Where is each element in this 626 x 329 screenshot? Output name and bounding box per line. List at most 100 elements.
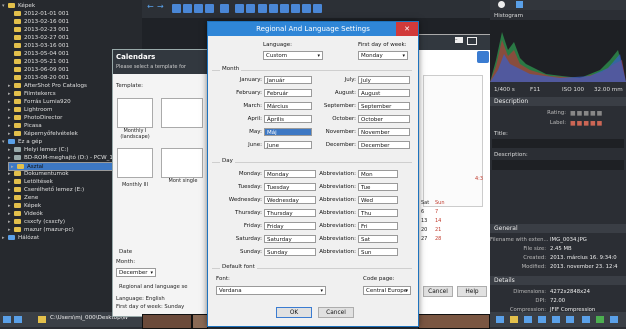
details-section[interactable]: Details xyxy=(490,276,626,285)
histogram-chart xyxy=(490,20,626,82)
info-icon[interactable] xyxy=(498,1,505,8)
tree-item[interactable]: 2013-02-23 001 xyxy=(8,26,69,34)
back-icon[interactable] xyxy=(3,316,11,323)
cancel-button[interactable]: Cancel xyxy=(318,307,354,318)
tool-icon[interactable] xyxy=(496,316,504,323)
tool-icon[interactable] xyxy=(582,316,590,323)
folder-icon xyxy=(14,66,21,72)
template-tile-2[interactable] xyxy=(117,148,153,178)
code-page-select[interactable]: Central Europe ▾ xyxy=(363,286,411,295)
zoom-out-icon[interactable] xyxy=(183,4,192,13)
template-tile-4[interactable] xyxy=(161,148,203,178)
abbreviation-input[interactable]: Sat xyxy=(358,235,398,243)
maximize-icon[interactable] xyxy=(467,37,477,45)
drive-icon xyxy=(14,170,21,176)
tree-item[interactable]: ▸ Képernyőfelvételek xyxy=(8,130,78,138)
tree-item-network[interactable]: ▸ Hálózat xyxy=(2,234,39,242)
abbreviation-input[interactable]: Sun xyxy=(358,248,398,256)
print-icon[interactable] xyxy=(477,51,489,63)
tree-item[interactable]: ▸ Picasa xyxy=(8,122,42,130)
tree-item-root[interactable]: ▾ Képek xyxy=(2,2,35,10)
tree-item[interactable]: 2013-05-04 001 xyxy=(8,50,69,58)
tool-icon[interactable] xyxy=(552,316,560,323)
tree-item[interactable]: ▸ Lightroom xyxy=(8,106,52,114)
back-icon[interactable]: ← xyxy=(147,2,156,11)
grid-icon[interactable] xyxy=(258,4,267,13)
general-section[interactable]: General xyxy=(490,224,626,233)
template-tile-1[interactable] xyxy=(117,98,153,128)
month-input[interactable]: Április xyxy=(264,115,312,123)
month-input[interactable]: December xyxy=(358,141,410,149)
month-input[interactable]: Február xyxy=(264,89,312,97)
tool-icon[interactable] xyxy=(596,316,604,323)
info-icon[interactable] xyxy=(246,4,255,13)
panel-tabs xyxy=(490,0,626,10)
month-input[interactable]: June xyxy=(264,141,312,149)
tree-item[interactable]: ▸ Filmtekercs xyxy=(8,90,56,98)
tool-icon[interactable] xyxy=(610,316,618,323)
forward-icon[interactable] xyxy=(14,316,22,323)
first-day-select[interactable]: Monday ▾ xyxy=(358,51,408,60)
layout2-icon[interactable] xyxy=(291,4,300,13)
zoom-in-icon[interactable] xyxy=(172,4,181,13)
calendars-help-button[interactable]: Help xyxy=(457,286,487,297)
abbreviation-input[interactable]: Tue xyxy=(358,183,398,191)
close-icon[interactable]: ✕ xyxy=(396,22,418,36)
calendars-cancel-button[interactable]: Cancel xyxy=(423,286,453,297)
ok-button[interactable]: OK xyxy=(276,307,312,318)
fit-icon[interactable] xyxy=(194,4,203,13)
day-label: Friday: xyxy=(243,223,262,229)
tree-item[interactable]: 2012-01-01 001 xyxy=(8,10,69,18)
color-labels[interactable]: ■■■■■ xyxy=(570,120,603,127)
month-input[interactable]: September xyxy=(358,102,410,110)
image-icon[interactable] xyxy=(235,4,244,13)
actual-size-icon[interactable] xyxy=(205,4,214,13)
month-input[interactable]: Március xyxy=(264,102,312,110)
tree-item[interactable]: ▸ AfterShot Pro Catalogs xyxy=(8,82,87,90)
month-select[interactable]: December ▾ xyxy=(116,268,156,277)
tool-icon[interactable] xyxy=(510,316,518,323)
rating-stars[interactable]: ■■■■■ xyxy=(570,110,603,117)
tool-icon[interactable] xyxy=(538,316,546,323)
abbreviation-input[interactable]: Fri xyxy=(358,222,398,230)
layout3-icon[interactable] xyxy=(302,4,311,13)
title-input[interactable] xyxy=(492,139,624,148)
forward-icon[interactable]: → xyxy=(157,2,166,11)
minimize-icon[interactable]: – xyxy=(455,37,463,43)
font-select[interactable]: Verdana ▾ xyxy=(216,286,326,295)
tree-item[interactable]: 2013-05-21 001 xyxy=(8,58,69,66)
abbreviation-input[interactable]: Wed xyxy=(358,196,398,204)
template-tile-3[interactable] xyxy=(161,98,203,128)
month-input[interactable]: August xyxy=(358,89,410,97)
tree-item[interactable]: 2013-06-09 001 xyxy=(8,66,69,74)
abbreviation-input[interactable]: Mon xyxy=(358,170,398,178)
month-input[interactable]: Január xyxy=(264,76,312,84)
rotate-icon[interactable] xyxy=(220,4,229,13)
list-icon[interactable] xyxy=(269,4,278,13)
month-label: November: xyxy=(325,129,356,135)
description-section[interactable]: Description xyxy=(490,97,626,106)
abbreviation-input[interactable]: Thu xyxy=(358,209,398,217)
tree-item[interactable]: ▸ PhotoDirector xyxy=(8,114,62,122)
tree-item[interactable]: 2013-03-16 001 xyxy=(8,42,69,50)
cal-day: 21 xyxy=(435,227,442,233)
description-input[interactable] xyxy=(492,160,624,170)
tool-icon[interactable] xyxy=(566,316,574,323)
tree-item[interactable]: 2013-02-27 001 xyxy=(8,34,69,42)
tool-icon[interactable] xyxy=(524,316,532,323)
month-label: Month: xyxy=(116,259,136,265)
tree-item[interactable]: 2013-08-20 001 xyxy=(8,74,69,82)
tree-item[interactable]: ▸ Forrás Lumia920 xyxy=(8,98,71,106)
language-select[interactable]: Custom ▾ xyxy=(263,51,323,60)
title-label: Title: xyxy=(494,131,508,137)
layout4-icon[interactable] xyxy=(313,4,322,13)
tree-item-computer[interactable]: ▾ Ez a gép xyxy=(2,138,42,146)
month-input[interactable]: November xyxy=(358,128,410,136)
month-input[interactable]: Máj xyxy=(264,128,312,136)
settings-icon[interactable] xyxy=(516,1,523,8)
month-input[interactable]: October xyxy=(358,115,410,123)
template-tile-4-label: Mont single xyxy=(168,178,198,184)
month-input[interactable]: July xyxy=(358,76,410,84)
tree-item[interactable]: 2013-02-16 001 xyxy=(8,18,69,26)
layout-icon[interactable] xyxy=(280,4,289,13)
